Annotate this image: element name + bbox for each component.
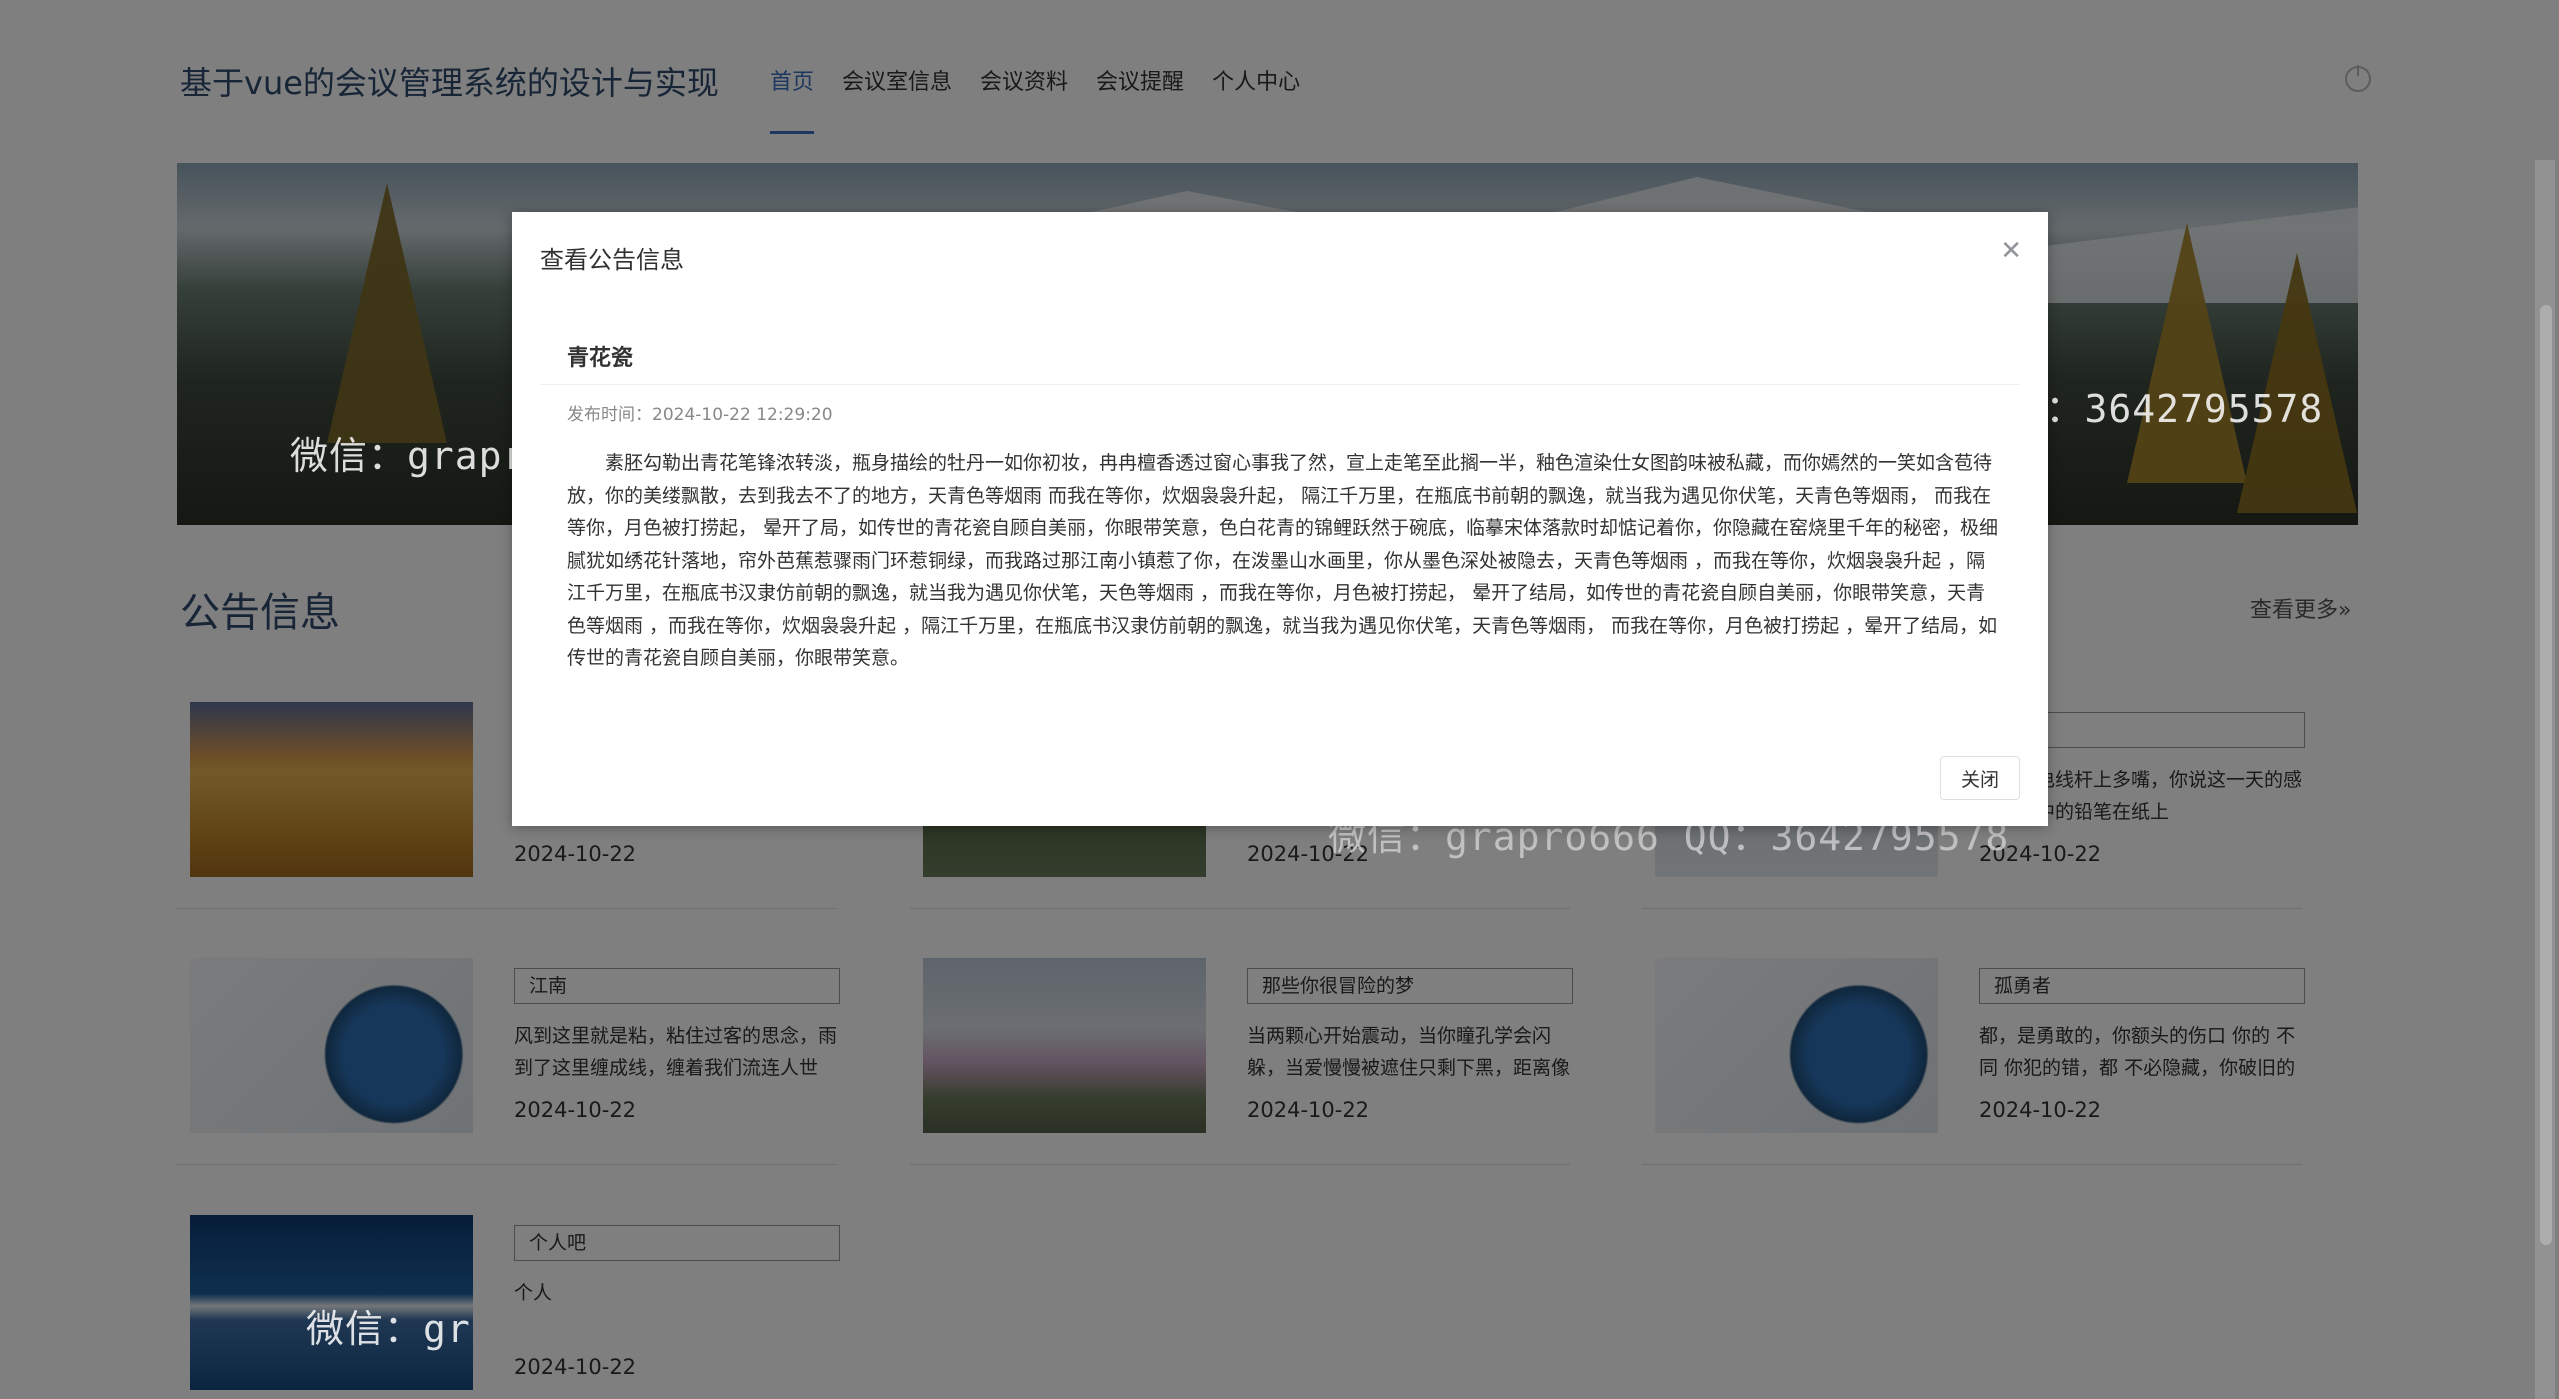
close-icon[interactable]: ✕	[2000, 238, 2022, 264]
notice-dialog: 查看公告信息 ✕ 青花瓷 发布时间：2024-10-22 12:29:20 素胚…	[512, 212, 2048, 826]
notice-body: 素胚勾勒出青花笔锋浓转淡，瓶身描绘的牡丹一如你初妆，冉冉檀香透过窗心事我了然，宣…	[567, 452, 1999, 669]
close-button[interactable]: 关闭	[1940, 756, 2020, 800]
dialog-title: 查看公告信息	[540, 246, 684, 274]
divider	[540, 384, 2020, 385]
notice-publish-time: 发布时间：2024-10-22 12:29:20	[567, 405, 833, 425]
scrollbar-thumb[interactable]	[2540, 305, 2552, 1245]
watermark: 微信：gr	[306, 1307, 471, 1351]
notice-title: 青花瓷	[567, 346, 634, 371]
